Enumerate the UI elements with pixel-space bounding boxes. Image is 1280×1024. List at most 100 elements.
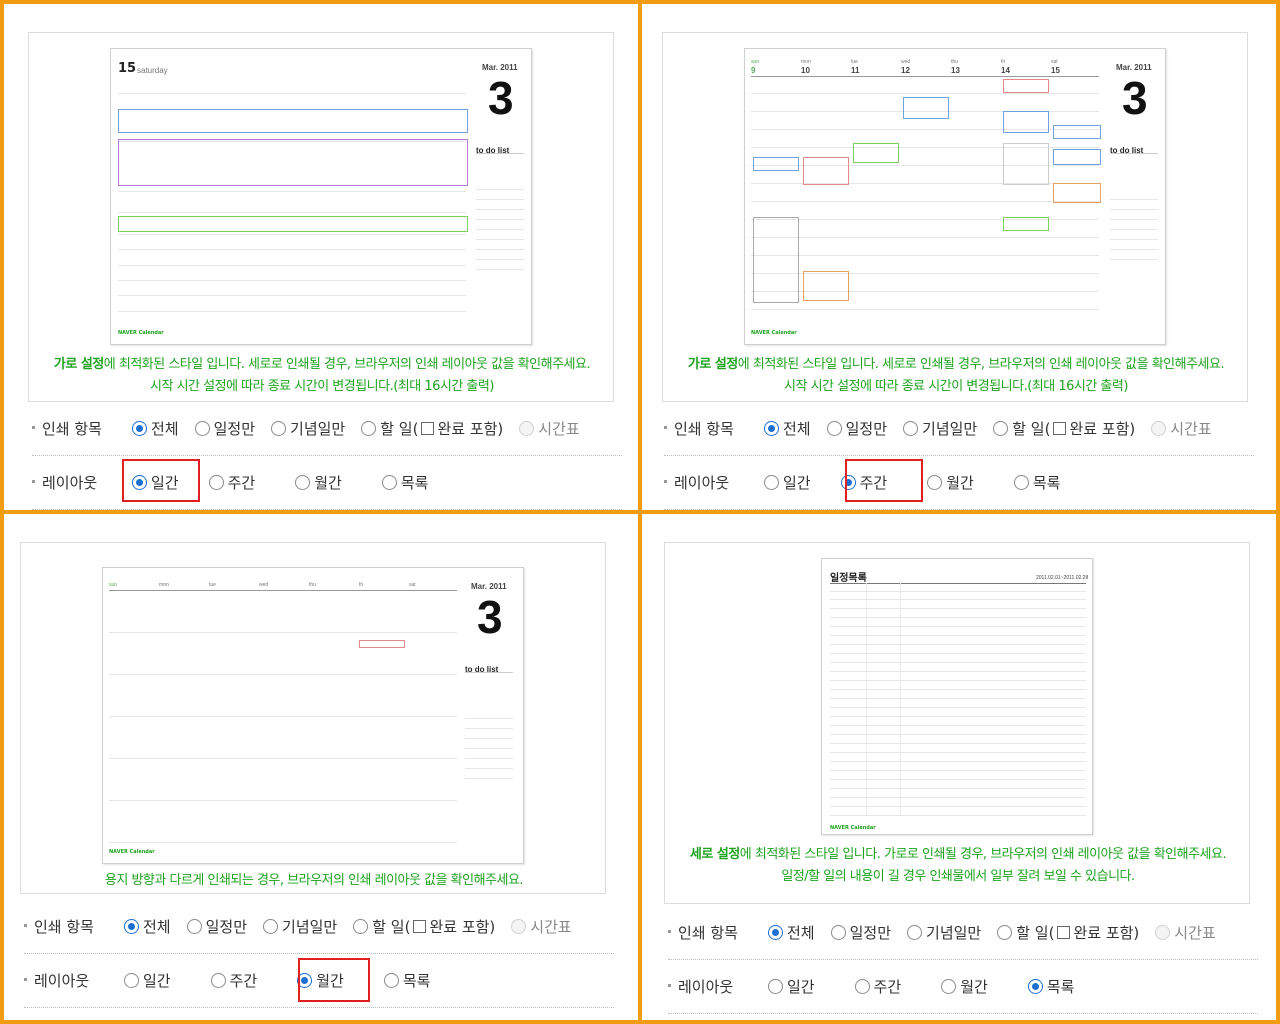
print-timetable-option[interactable]: 시간표 xyxy=(519,418,580,439)
panel-daily: 15 saturday Mar. 2011 3 to do list NAVER… xyxy=(4,4,638,510)
monthly-preview-page: sun mon tue wed thu fri sat Mar. 2011 3 … xyxy=(102,567,524,864)
panel-weekly: sun mon tue wed thu fri sat 9 10 11 12 1… xyxy=(642,4,1276,510)
layout-monthly-option[interactable]: 월간 xyxy=(295,472,342,493)
preview-weekday: saturday xyxy=(137,66,168,75)
print-timetable-option[interactable]: 시간표 xyxy=(1151,418,1212,439)
include-done-checkbox[interactable] xyxy=(1053,421,1067,435)
layout-weekly-option[interactable]: 주간 xyxy=(208,472,255,493)
radio-icon[interactable] xyxy=(907,924,923,940)
daily-preview-page: 15 saturday Mar. 2011 3 to do list NAVER… xyxy=(110,48,532,345)
panel-caption: 가로 설정에 최적화된 스타일 입니다. 세로로 인쇄될 경우, 브라우저의 인… xyxy=(53,357,591,394)
weekly-preview-page: sun mon tue wed thu fri sat 9 10 11 12 1… xyxy=(744,48,1166,345)
layout-list-option[interactable]: 목록 xyxy=(381,472,428,493)
selected-highlight xyxy=(845,459,923,502)
layout-monthly-option[interactable]: 월간 xyxy=(941,976,988,997)
include-done-checkbox[interactable] xyxy=(413,919,427,933)
layout-daily-option[interactable]: 일간 xyxy=(768,976,815,997)
panel-caption: 용지 방향과 다르게 인쇄되는 경우, 브라우저의 인쇄 레이아웃 값을 확인해… xyxy=(104,873,524,888)
print-items-row: 인쇄 항목 전체 일정만 기념일만 할 일(완료 포함) 시간표 xyxy=(664,413,1228,443)
print-timetable-option[interactable]: 시간표 xyxy=(511,916,572,937)
layout-daily-option[interactable]: 일간 xyxy=(124,970,171,991)
layout-list-option[interactable]: 목록 xyxy=(1027,976,1074,997)
print-anniversary-option[interactable]: 기념일만 xyxy=(903,418,977,439)
radio-icon[interactable] xyxy=(186,918,202,934)
print-schedule-option[interactable]: 일정만 xyxy=(826,418,887,439)
layout-label: 레이아웃 xyxy=(668,976,768,997)
radio-icon[interactable] xyxy=(854,978,870,994)
radio-icon[interactable] xyxy=(381,474,397,490)
print-all-option[interactable]: 전체 xyxy=(132,418,179,439)
layout-weekly-option[interactable]: 주간 xyxy=(210,970,257,991)
panel-caption: 가로 설정에 최적화된 스타일 입니다. 세로로 인쇄될 경우, 브라우저의 인… xyxy=(687,357,1225,394)
radio-icon[interactable] xyxy=(997,924,1013,940)
print-timetable-option[interactable]: 시간표 xyxy=(1155,922,1216,943)
radio-icon[interactable] xyxy=(768,978,783,994)
radio-icon[interactable] xyxy=(383,972,399,988)
print-todo-option[interactable]: 할 일(완료 포함) xyxy=(353,916,495,937)
radio-icon[interactable] xyxy=(132,420,147,436)
print-todo-option[interactable]: 할 일(완료 포함) xyxy=(993,418,1135,439)
preview-box: 15 saturday Mar. 2011 3 to do list NAVER… xyxy=(28,32,614,402)
preview-box: sun mon tue wed thu fri sat 9 10 11 12 1… xyxy=(662,32,1248,402)
radio-icon[interactable] xyxy=(194,420,210,436)
layout-list-option[interactable]: 목록 xyxy=(1013,472,1060,493)
layout-monthly-option[interactable]: 월간 xyxy=(927,472,974,493)
panel-list: 일정목록 2011.02.01~2011.02.28 NAVER Calenda… xyxy=(642,514,1276,1020)
radio-icon[interactable] xyxy=(263,918,279,934)
layout-list-option[interactable]: 목록 xyxy=(383,970,430,991)
include-done-checkbox[interactable] xyxy=(421,421,435,435)
radio-icon[interactable] xyxy=(1155,924,1171,940)
print-schedule-option[interactable]: 일정만 xyxy=(186,916,247,937)
radio-icon[interactable] xyxy=(764,420,779,436)
selected-highlight xyxy=(298,958,370,1002)
radio-icon[interactable] xyxy=(361,420,377,436)
print-all-option[interactable]: 전체 xyxy=(764,418,811,439)
include-done-checkbox[interactable] xyxy=(1057,925,1071,939)
layout-row: 레이아웃 일간 주간 월간 목록 xyxy=(32,467,444,497)
layout-weekly-option[interactable]: 주간 xyxy=(854,976,901,997)
print-anniversary-option[interactable]: 기념일만 xyxy=(263,916,337,937)
radio-icon[interactable] xyxy=(271,420,287,436)
layout-row: 레이아웃 일간 주간 월간 목록 xyxy=(668,971,1090,1001)
radio-icon[interactable] xyxy=(1013,474,1029,490)
print-all-option[interactable]: 전체 xyxy=(124,916,171,937)
print-todo-option[interactable]: 할 일(완료 포함) xyxy=(361,418,503,439)
radio-icon[interactable] xyxy=(941,978,957,994)
radio-icon[interactable] xyxy=(826,420,842,436)
radio-icon[interactable] xyxy=(993,420,1009,436)
radio-icon[interactable] xyxy=(830,924,846,940)
radio-icon[interactable] xyxy=(210,972,226,988)
radio-icon[interactable] xyxy=(1027,978,1043,994)
radio-icon[interactable] xyxy=(208,474,224,490)
preview-day: 15 xyxy=(118,61,137,76)
layout-row: 레이아웃 일간 주간 월간 목록 xyxy=(24,965,446,995)
radio-icon[interactable] xyxy=(927,474,943,490)
panel-caption: 세로 설정에 최적화된 스타일 입니다. 가로로 인쇄될 경우, 브라우저의 인… xyxy=(689,847,1227,884)
radio-icon[interactable] xyxy=(511,918,527,934)
radio-icon[interactable] xyxy=(124,972,139,988)
print-schedule-option[interactable]: 일정만 xyxy=(830,922,891,943)
print-items-row: 인쇄 항목 전체 일정만 기념일만 할 일(완료 포함) 시간표 xyxy=(32,413,596,443)
selected-highlight xyxy=(122,459,200,502)
preview-box: 일정목록 2011.02.01~2011.02.28 NAVER Calenda… xyxy=(664,542,1250,904)
radio-icon[interactable] xyxy=(295,474,311,490)
print-schedule-option[interactable]: 일정만 xyxy=(194,418,255,439)
print-items-row: 인쇄 항목 전체 일정만 기념일만 할 일(완료 포함) 시간표 xyxy=(668,917,1232,947)
radio-icon[interactable] xyxy=(903,420,919,436)
preview-big-month: 3 xyxy=(488,72,514,124)
print-items-label: 인쇄 항목 xyxy=(664,418,764,439)
radio-icon[interactable] xyxy=(124,918,139,934)
radio-icon[interactable] xyxy=(519,420,535,436)
print-anniversary-option[interactable]: 기념일만 xyxy=(271,418,345,439)
print-all-option[interactable]: 전체 xyxy=(768,922,815,943)
layout-daily-option[interactable]: 일간 xyxy=(764,472,811,493)
preview-box: sun mon tue wed thu fri sat Mar. 2011 3 … xyxy=(20,542,606,894)
panel-monthly: sun mon tue wed thu fri sat Mar. 2011 3 … xyxy=(4,514,638,1020)
radio-icon[interactable] xyxy=(764,474,779,490)
print-anniversary-option[interactable]: 기념일만 xyxy=(907,922,981,943)
radio-icon[interactable] xyxy=(353,918,369,934)
layout-label: 레이아웃 xyxy=(32,472,132,493)
radio-icon[interactable] xyxy=(1151,420,1167,436)
radio-icon[interactable] xyxy=(768,924,783,940)
print-todo-option[interactable]: 할 일(완료 포함) xyxy=(997,922,1139,943)
